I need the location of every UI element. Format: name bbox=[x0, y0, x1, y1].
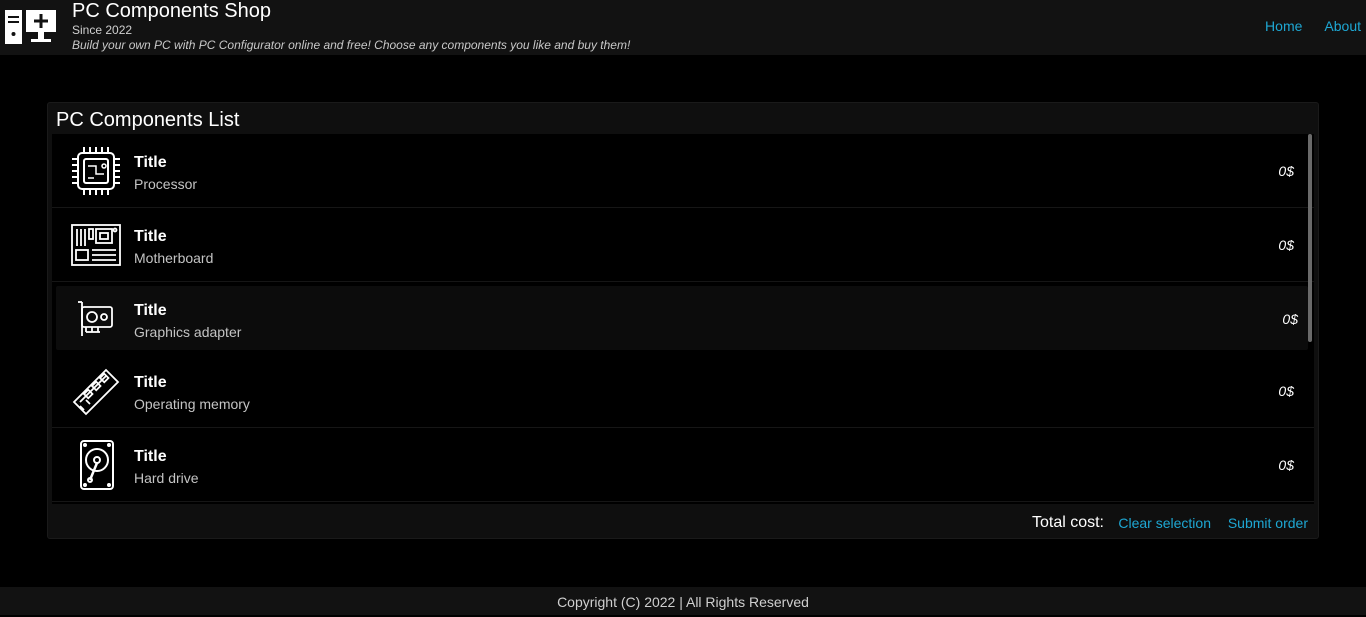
item-price: 0$ bbox=[1282, 311, 1298, 327]
item-price: 0$ bbox=[1278, 163, 1294, 179]
item-price: 0$ bbox=[1278, 383, 1294, 399]
item-category: Motherboard bbox=[134, 250, 214, 266]
item-price: 0$ bbox=[1278, 457, 1294, 473]
top-nav: Home About bbox=[1265, 18, 1361, 34]
nav-about-link[interactable]: About bbox=[1324, 18, 1361, 34]
item-title: Title bbox=[134, 228, 167, 245]
submit-order-button[interactable]: Submit order bbox=[1228, 515, 1308, 531]
memory-icon bbox=[72, 368, 120, 416]
graphics-card-icon bbox=[78, 301, 113, 336]
item-category: Processor bbox=[134, 176, 198, 192]
pc-logo-icon bbox=[5, 10, 56, 44]
list-item-hard-drive[interactable]: Title Hard drive 0$ bbox=[52, 428, 1314, 502]
motherboard-icon bbox=[71, 224, 121, 266]
list-item-memory[interactable]: Title Operating memory 0$ bbox=[52, 354, 1314, 428]
site-since: Since 2022 bbox=[72, 23, 133, 37]
processor-icon bbox=[72, 147, 120, 195]
item-title: Title bbox=[134, 448, 167, 465]
item-title: Title bbox=[134, 302, 167, 319]
item-title: Title bbox=[134, 154, 167, 171]
header: PC Components Shop Since 2022 Build your… bbox=[0, 0, 1366, 55]
nav-home-link[interactable]: Home bbox=[1265, 18, 1302, 34]
site-title: PC Components Shop bbox=[72, 0, 272, 22]
site-tagline: Build your own PC with PC Configurator o… bbox=[72, 38, 631, 52]
item-price: 0$ bbox=[1278, 237, 1294, 253]
list-scrollbar[interactable] bbox=[1308, 134, 1312, 342]
panel-title: PC Components List bbox=[56, 109, 240, 131]
item-category: Graphics adapter bbox=[134, 324, 242, 340]
list-item-motherboard[interactable]: Title Motherboard 0$ bbox=[52, 208, 1314, 282]
components-panel: PC Components List Title Processor 0$ Ti… bbox=[47, 102, 1319, 539]
copyright-footer: Copyright (C) 2022 | All Rights Reserved bbox=[0, 587, 1366, 615]
brand: PC Components Shop Since 2022 Build your… bbox=[72, 0, 630, 53]
hard-drive-icon bbox=[80, 440, 114, 490]
components-list[interactable]: Title Processor 0$ Title Motherboard 0$ bbox=[52, 134, 1314, 504]
list-item-processor[interactable]: Title Processor 0$ bbox=[52, 134, 1314, 208]
panel-footer: Total cost: Clear selection Submit order bbox=[48, 504, 1318, 538]
item-category: Operating memory bbox=[134, 396, 250, 412]
item-category: Hard drive bbox=[134, 470, 199, 486]
clear-selection-button[interactable]: Clear selection bbox=[1118, 515, 1211, 531]
item-title: Title bbox=[134, 374, 167, 391]
total-cost-label: Total cost: bbox=[1031, 514, 1104, 531]
list-item-graphics[interactable]: Title Graphics adapter 0$ bbox=[56, 286, 1308, 350]
